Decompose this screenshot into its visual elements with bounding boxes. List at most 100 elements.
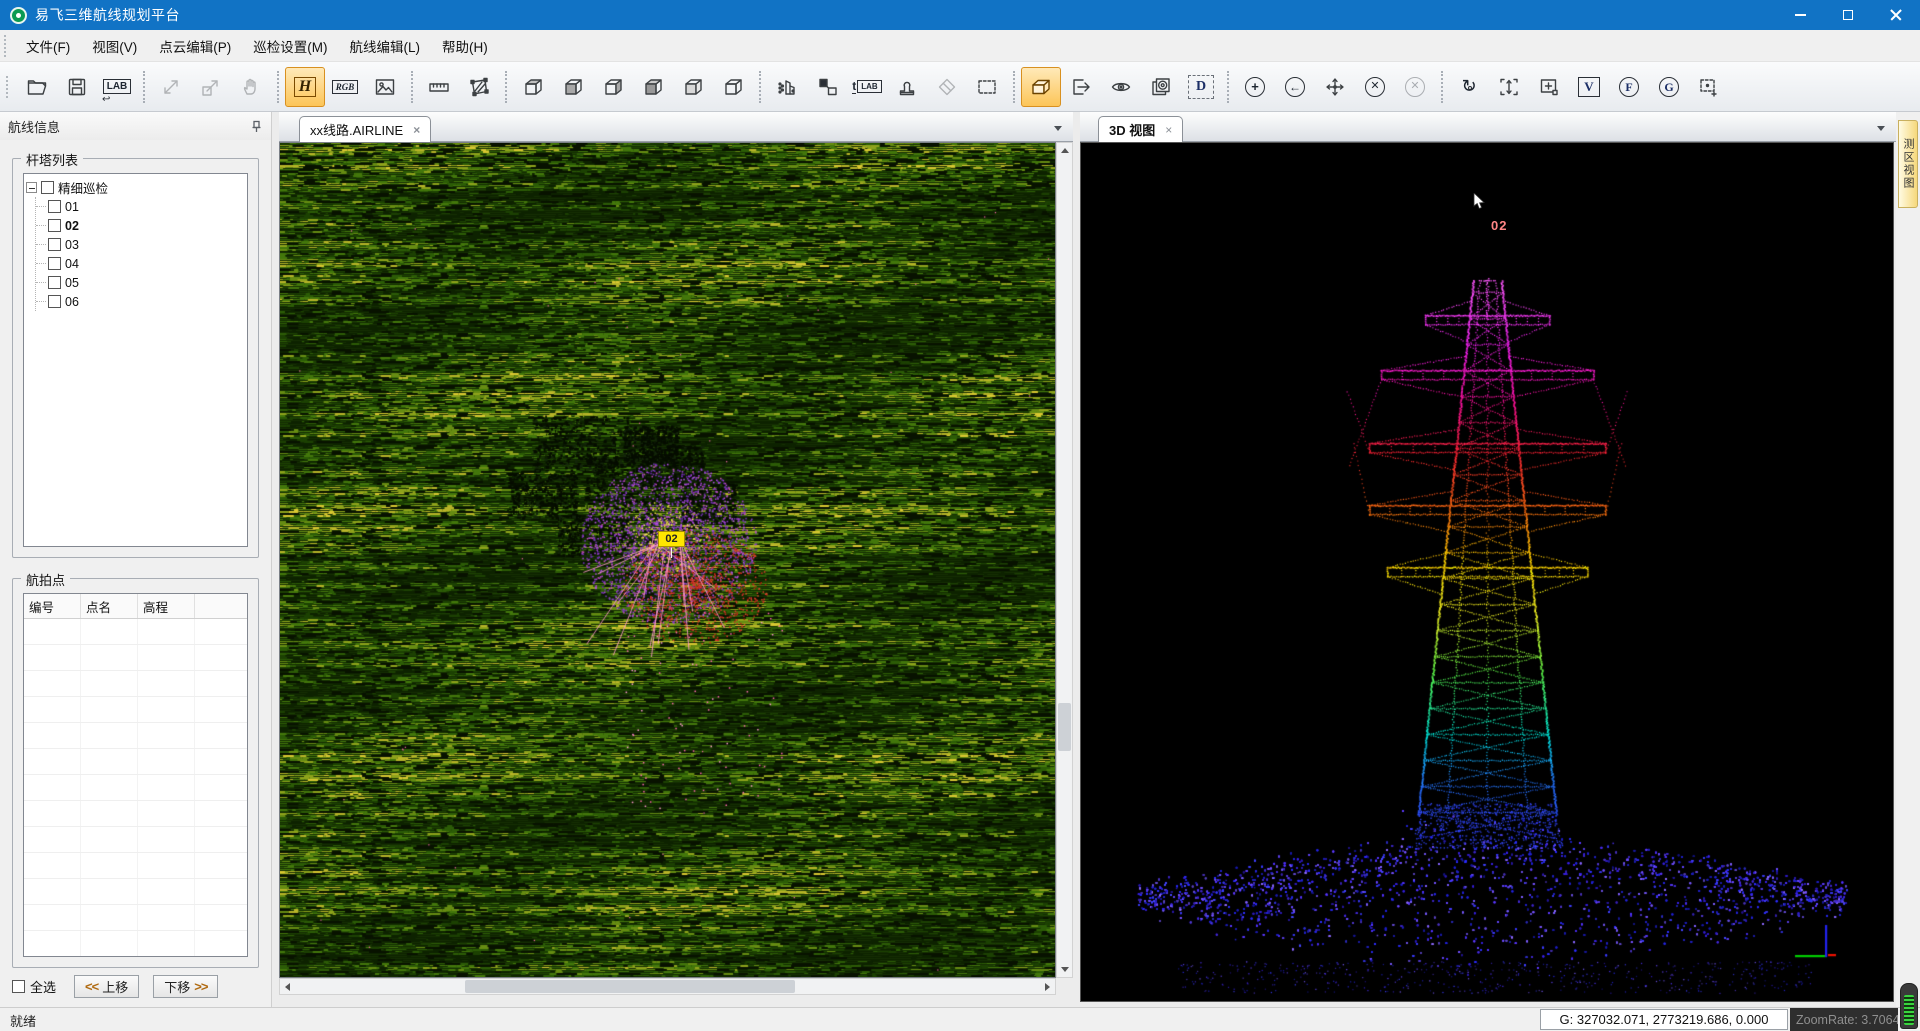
scroll-thumb[interactable]: [465, 980, 795, 993]
tree-item-02[interactable]: 02: [36, 216, 245, 235]
save-button[interactable]: [57, 67, 97, 107]
pan-button[interactable]: [231, 67, 271, 107]
zoom-window-button[interactable]: [191, 67, 231, 107]
plan-vertical-scrollbar[interactable]: [1056, 142, 1073, 978]
rect-select-button[interactable]: [967, 67, 1007, 107]
col-elevation[interactable]: 高程: [138, 594, 195, 618]
select-all-checkbox[interactable]: [12, 980, 25, 993]
table-row[interactable]: [24, 619, 247, 645]
view-front-button[interactable]: [593, 67, 633, 107]
plan-horizontal-scrollbar[interactable]: [279, 978, 1056, 995]
add-waypoint-button[interactable]: +: [1235, 67, 1275, 107]
table-row[interactable]: [24, 905, 247, 931]
table-row[interactable]: [24, 853, 247, 879]
waypoint-table[interactable]: 编号 点名 高程: [23, 593, 248, 957]
scroll-left-button[interactable]: [280, 979, 295, 994]
rgb-render-button[interactable]: RGB: [325, 67, 365, 107]
add-region-button[interactable]: [1529, 67, 1569, 107]
tree-root-row[interactable]: 精细巡检: [26, 178, 245, 197]
stamp-points-button[interactable]: [887, 67, 927, 107]
table-row[interactable]: [24, 931, 247, 957]
close-button[interactable]: [1872, 0, 1920, 30]
table-row[interactable]: [24, 827, 247, 853]
save-lab-button[interactable]: LAB ↩: [97, 67, 137, 107]
delete-waypoint-button[interactable]: ✕: [1355, 67, 1395, 107]
classify-points-button[interactable]: [767, 67, 807, 107]
maximize-button[interactable]: [1824, 0, 1872, 30]
scroll-down-button[interactable]: [1057, 962, 1072, 977]
view-iso-button[interactable]: [553, 67, 593, 107]
menubar-grip[interactable]: [4, 35, 7, 57]
tab-close-icon[interactable]: ×: [1165, 123, 1172, 137]
view3d-tab-dropdown-button[interactable]: [1872, 121, 1890, 135]
scroll-thumb[interactable]: [1058, 703, 1071, 751]
image-render-button[interactable]: [365, 67, 405, 107]
menu-route-edit[interactable]: 航线编辑(L): [339, 30, 432, 61]
table-row[interactable]: [24, 749, 247, 775]
pushpin-icon[interactable]: [250, 120, 263, 133]
plan-pointcloud-canvas[interactable]: [280, 143, 1055, 977]
minimize-button[interactable]: [1776, 0, 1824, 30]
tab-airline[interactable]: xx线路.AIRLINE ×: [299, 116, 431, 142]
tree-collapse-icon[interactable]: [26, 182, 37, 193]
zoom-extents-button[interactable]: [151, 67, 191, 107]
view-left-button[interactable]: [673, 67, 713, 107]
collapsed-panel-tab[interactable]: 测区视图: [1898, 120, 1918, 208]
item-checkbox[interactable]: [48, 219, 61, 232]
menu-pointcloud-edit[interactable]: 点云编辑(P): [148, 30, 242, 61]
tree-root-checkbox[interactable]: [41, 181, 54, 194]
v-mode-button[interactable]: V: [1569, 67, 1609, 107]
select-all[interactable]: 全选: [12, 977, 56, 996]
item-checkbox[interactable]: [48, 257, 61, 270]
locate-button[interactable]: [1689, 67, 1729, 107]
view-top-button[interactable]: [513, 67, 553, 107]
table-row[interactable]: [24, 801, 247, 827]
table-row[interactable]: [24, 775, 247, 801]
rotate-view-button[interactable]: ↻: [1449, 67, 1489, 107]
select-points-button[interactable]: [807, 67, 847, 107]
item-checkbox[interactable]: [48, 238, 61, 251]
export-view-button[interactable]: [1061, 67, 1101, 107]
cube-view-button[interactable]: [1021, 67, 1061, 107]
col-number[interactable]: 编号: [24, 594, 81, 618]
view3d-viewport[interactable]: 02: [1080, 142, 1894, 1002]
tree-item-06[interactable]: 06: [36, 292, 245, 311]
show-points-button[interactable]: [1101, 67, 1141, 107]
zoom-throttle-indicator[interactable]: [1900, 983, 1918, 1029]
tower-marker-02[interactable]: 02: [658, 531, 685, 547]
toolbar-grip[interactable]: [6, 76, 9, 98]
menu-view[interactable]: 视图(V): [81, 30, 148, 61]
f-mode-button[interactable]: F: [1609, 67, 1649, 107]
table-row[interactable]: [24, 723, 247, 749]
table-row[interactable]: [24, 645, 247, 671]
prev-waypoint-button[interactable]: ←: [1275, 67, 1315, 107]
d-mode-button[interactable]: D: [1181, 67, 1221, 107]
plan-viewport[interactable]: 02: [279, 142, 1056, 978]
table-row[interactable]: [24, 671, 247, 697]
g-mode-button[interactable]: G: [1649, 67, 1689, 107]
tree-item-01[interactable]: 01: [36, 197, 245, 216]
record-view-button[interactable]: [1141, 67, 1181, 107]
tab-3d-view[interactable]: 3D 视图 ×: [1098, 116, 1183, 142]
view-back-button[interactable]: [633, 67, 673, 107]
menu-help[interactable]: 帮助(H): [431, 30, 499, 61]
table-row[interactable]: [24, 879, 247, 905]
move-down-button[interactable]: 下移 >>: [153, 975, 218, 998]
item-checkbox[interactable]: [48, 295, 61, 308]
label-points-button[interactable]: t LAB: [847, 67, 887, 107]
measure-distance-button[interactable]: [419, 67, 459, 107]
view3d-pointcloud-canvas[interactable]: [1081, 143, 1893, 1001]
tree-item-04[interactable]: 04: [36, 254, 245, 273]
scroll-up-button[interactable]: [1057, 143, 1072, 158]
plan-tab-dropdown-button[interactable]: [1049, 121, 1067, 135]
scroll-right-button[interactable]: [1040, 979, 1055, 994]
col-name[interactable]: 点名: [81, 594, 138, 618]
table-row[interactable]: [24, 697, 247, 723]
measure-area-button[interactable]: [459, 67, 499, 107]
view-right-button[interactable]: [713, 67, 753, 107]
item-checkbox[interactable]: [48, 276, 61, 289]
height-render-button[interactable]: H: [285, 67, 325, 107]
menu-inspection-settings[interactable]: 巡检设置(M): [242, 30, 338, 61]
fit-height-button[interactable]: [1489, 67, 1529, 107]
open-file-button[interactable]: [17, 67, 57, 107]
